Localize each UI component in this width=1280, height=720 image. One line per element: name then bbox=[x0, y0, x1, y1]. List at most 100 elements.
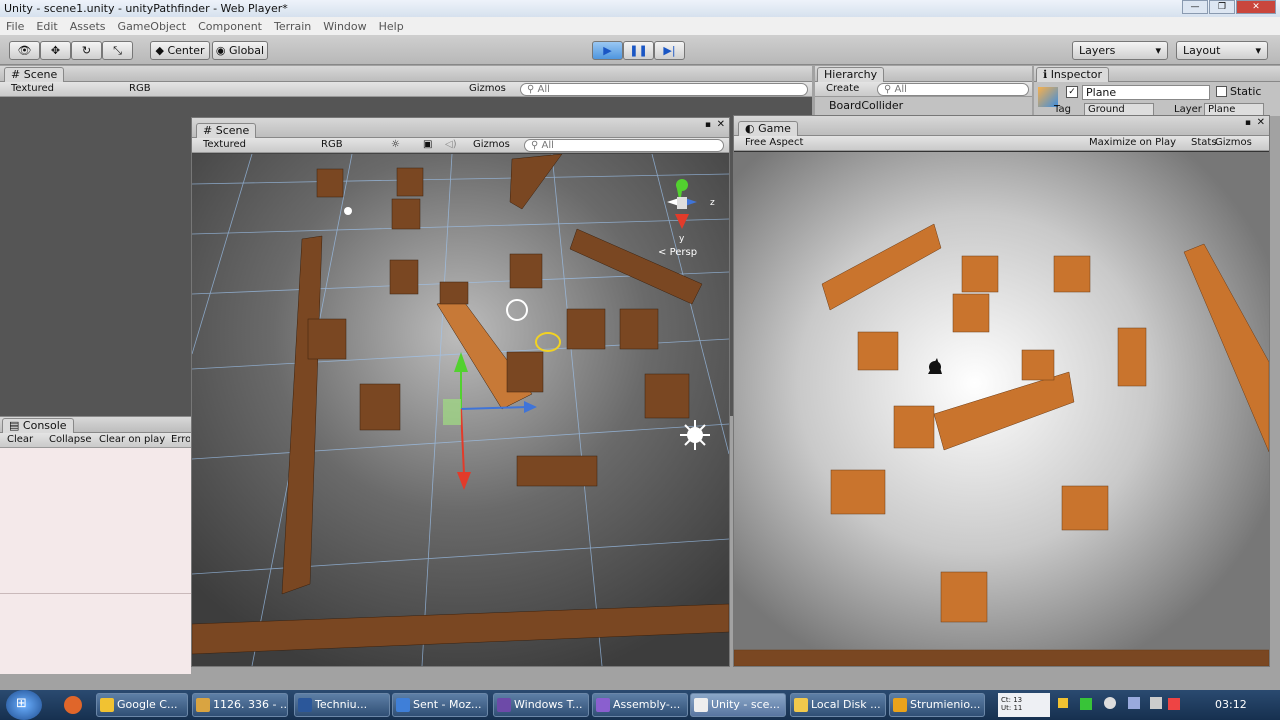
taskbar-item[interactable]: 1126. 336 - ... bbox=[192, 693, 288, 717]
dropdown-arrow-icon: ▾ bbox=[1255, 44, 1261, 57]
menu-edit[interactable]: Edit bbox=[36, 20, 57, 33]
game-box bbox=[857, 331, 899, 371]
tab-console[interactable]: ▤ Console bbox=[2, 418, 74, 433]
object-name-field[interactable]: Plane bbox=[1082, 85, 1210, 100]
view-tool-button[interactable]: 👁 bbox=[9, 41, 40, 60]
scene-box bbox=[391, 198, 421, 230]
game-window: ◐ Game ▪ ✕ Free Aspect Maximize on Play … bbox=[733, 115, 1270, 667]
tab-game[interactable]: ◐ Game bbox=[738, 121, 798, 136]
menu-help[interactable]: Help bbox=[379, 20, 404, 33]
play-button[interactable]: ▶ bbox=[592, 41, 623, 60]
menu-assets[interactable]: Assets bbox=[70, 20, 106, 33]
taskbar-item[interactable]: Assembly-... bbox=[592, 693, 688, 717]
clock[interactable]: 03:12 bbox=[1215, 698, 1247, 711]
pivot-center-button[interactable]: ◆ Center bbox=[150, 41, 210, 60]
axis-z-label: z bbox=[710, 198, 715, 208]
menu-window[interactable]: Window bbox=[323, 20, 366, 33]
menu-component[interactable]: Component bbox=[198, 20, 262, 33]
image-toggle-icon[interactable]: ▣ bbox=[420, 139, 432, 152]
aspect-dropdown[interactable]: Free Aspect bbox=[742, 137, 860, 150]
taskbar-item[interactable]: Sent - Moz... bbox=[392, 693, 488, 717]
scene-window: # Scene ▪ ✕ Textured RGB ☼ ▣ ◁) Gizmos ⚲… bbox=[191, 117, 730, 667]
menu-file[interactable]: File bbox=[6, 20, 24, 33]
taskbar-item[interactable]: Techniu... bbox=[294, 693, 390, 717]
lighting-toggle-icon[interactable]: ☼ bbox=[388, 139, 400, 152]
hierarchy-item[interactable]: BoardCollider bbox=[829, 99, 903, 112]
main-toolbar: 👁 ✥ ↻ ⤡ ◆ Center ◉ Global ▶ ❚❚ ▶| Layers… bbox=[0, 35, 1280, 65]
taskbar-item[interactable]: Google C... bbox=[96, 693, 188, 717]
bg-shading-dropdown[interactable]: Textured bbox=[8, 83, 118, 96]
tab-scene-bg-label: Scene bbox=[23, 68, 58, 81]
active-checkbox[interactable]: ✓ bbox=[1066, 86, 1078, 98]
game-viewport[interactable] bbox=[734, 152, 1269, 666]
console-divider bbox=[0, 593, 191, 594]
volume-icon[interactable] bbox=[1150, 697, 1162, 709]
create-dropdown[interactable]: Create bbox=[823, 83, 877, 96]
taskbar-item-label: 1126. 336 - ... bbox=[213, 698, 288, 711]
pause-button[interactable]: ❚❚ bbox=[623, 41, 654, 60]
tab-scene[interactable]: # Scene bbox=[196, 123, 257, 138]
visual-studio-icon bbox=[596, 698, 610, 712]
taskbar-item[interactable]: Strumienio... bbox=[889, 693, 985, 717]
eye-icon: 👁 bbox=[17, 44, 32, 57]
static-checkbox[interactable] bbox=[1216, 86, 1227, 97]
tab-game-label: Game bbox=[758, 122, 791, 135]
start-button[interactable]: ⊞ bbox=[6, 690, 42, 720]
tab-inspector[interactable]: ℹ Inspector bbox=[1036, 67, 1109, 82]
scene-tabrow: # Scene ▪ ✕ bbox=[192, 118, 729, 138]
scene-shading-dropdown[interactable]: Textured bbox=[200, 139, 310, 152]
light-icon-small[interactable] bbox=[344, 207, 352, 215]
scene-box bbox=[389, 259, 419, 295]
close-button[interactable]: ✕ bbox=[1236, 0, 1276, 14]
layout-dropdown[interactable]: Layout ▾ bbox=[1176, 41, 1268, 60]
taskbar-item[interactable]: Local Disk ... bbox=[790, 693, 886, 717]
tray-app-icon[interactable] bbox=[1104, 697, 1116, 709]
tray-status-icon[interactable] bbox=[1080, 698, 1092, 710]
game-gizmos-dropdown[interactable]: Gizmos bbox=[1212, 137, 1252, 150]
audio-toggle-icon[interactable]: ◁) bbox=[442, 139, 457, 152]
scale-icon: ⤡ bbox=[113, 43, 122, 57]
console-clear-on-play-button[interactable]: Clear on play bbox=[96, 434, 165, 447]
restore-button[interactable]: ❐ bbox=[1209, 0, 1235, 14]
menu-gameobject[interactable]: GameObject bbox=[118, 20, 187, 33]
console-clear-button[interactable]: Clear bbox=[4, 434, 33, 447]
bg-scene-search[interactable]: ⚲ All bbox=[520, 83, 808, 96]
tray-warning-icon[interactable] bbox=[1168, 698, 1180, 710]
bg-gizmos-dropdown[interactable]: Gizmos bbox=[466, 83, 511, 96]
pause-icon: ❚❚ bbox=[629, 44, 648, 57]
tab-scene-bg[interactable]: # Scene bbox=[4, 67, 65, 82]
firefox-icon[interactable] bbox=[64, 696, 82, 714]
step-button[interactable]: ▶| bbox=[654, 41, 685, 60]
game-box bbox=[1061, 485, 1109, 531]
scene-viewport[interactable]: z y < Persp bbox=[192, 154, 729, 666]
bg-render-dropdown[interactable]: RGB bbox=[126, 83, 186, 96]
panel-menu-icon[interactable]: ▪ bbox=[1245, 118, 1251, 128]
scene-render-dropdown[interactable]: RGB bbox=[318, 139, 378, 152]
scene-box bbox=[316, 168, 344, 198]
panel-menu-icon[interactable]: ▪ bbox=[705, 120, 711, 130]
layers-dropdown[interactable]: Layers ▾ bbox=[1072, 41, 1168, 60]
scale-tool-button[interactable]: ⤡ bbox=[102, 41, 133, 60]
rotate-tool-button[interactable]: ↻ bbox=[71, 41, 102, 60]
global-icon: ◉ bbox=[215, 44, 226, 57]
hierarchy-search[interactable]: ⚲ All bbox=[877, 83, 1029, 96]
taskbar-item-active[interactable]: Unity - sce... bbox=[690, 693, 786, 717]
minimize-button[interactable]: — bbox=[1182, 0, 1208, 14]
global-button[interactable]: ◉ Global bbox=[212, 41, 268, 60]
close-icon[interactable]: ✕ bbox=[1257, 117, 1265, 128]
maximize-on-play-toggle[interactable]: Maximize on Play bbox=[1086, 137, 1176, 150]
taskbar-item-label: Windows T... bbox=[514, 698, 583, 711]
tray-up-icon[interactable] bbox=[1058, 698, 1068, 708]
move-tool-button[interactable]: ✥ bbox=[40, 41, 71, 60]
game-box bbox=[940, 571, 988, 623]
tab-hierarchy[interactable]: Hierarchy bbox=[817, 67, 885, 82]
network-icon[interactable] bbox=[1128, 697, 1140, 709]
scene-search[interactable]: ⚲ All bbox=[524, 139, 724, 152]
taskbar-item[interactable]: Windows T... bbox=[493, 693, 589, 717]
console-error-pause-button[interactable]: Erro bbox=[168, 434, 190, 447]
console-collapse-button[interactable]: Collapse bbox=[46, 434, 92, 447]
menu-terrain[interactable]: Terrain bbox=[274, 20, 311, 33]
hierarchy-panel: Hierarchy Create ⚲ All BoardCollider bbox=[815, 66, 1032, 116]
close-icon[interactable]: ✕ bbox=[717, 119, 725, 130]
scene-gizmos-dropdown[interactable]: Gizmos bbox=[470, 139, 515, 152]
